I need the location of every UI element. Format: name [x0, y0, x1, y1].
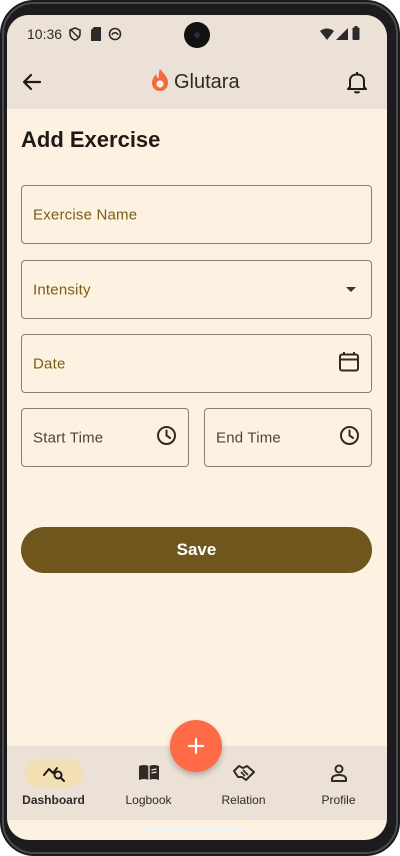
flame-logo-icon — [150, 68, 170, 97]
add-fab-button[interactable] — [170, 720, 222, 772]
bell-icon — [347, 72, 367, 94]
back-button[interactable] — [19, 69, 45, 95]
status-bar: 10:36 — [7, 15, 387, 55]
nav-icon-wrap — [120, 759, 178, 787]
dashboard-icon — [42, 767, 65, 782]
calendar-icon[interactable] — [338, 350, 360, 377]
start-time-label: Start Time — [33, 429, 104, 446]
arrow-left-icon — [22, 73, 42, 91]
clock-icon[interactable] — [339, 425, 360, 451]
battery-icon — [352, 26, 360, 45]
save-button[interactable]: Save — [21, 527, 372, 573]
nav-label-dashboard: Dashboard — [22, 793, 85, 807]
end-time-field[interactable]: End Time — [204, 408, 372, 467]
nav-label-logbook: Logbook — [125, 793, 172, 807]
handshake-icon — [232, 765, 255, 781]
nav-icon-wrap — [310, 759, 368, 787]
plus-icon — [187, 737, 205, 755]
nav-label-profile: Profile — [321, 793, 356, 807]
gesture-handle[interactable] — [145, 828, 247, 832]
phone-frame: 10:36 Glutara Add Exercise Exercise Name… — [0, 0, 400, 856]
intensity-dropdown[interactable]: Intensity — [21, 260, 372, 319]
app-bar: Glutara — [7, 55, 387, 109]
book-icon — [138, 765, 159, 780]
person-icon — [330, 764, 347, 782]
camera-cutout — [184, 22, 210, 48]
nav-icon-wrap — [215, 759, 273, 787]
app-logo: Glutara — [150, 68, 240, 97]
nav-active-indicator — [24, 759, 83, 787]
end-time-label: End Time — [216, 429, 281, 446]
nav-item-profile[interactable]: Profile — [291, 746, 386, 820]
app-title: Glutara — [174, 70, 240, 93]
start-time-field[interactable]: Start Time — [21, 408, 189, 467]
sync-icon — [108, 27, 122, 46]
screen: 10:36 Glutara Add Exercise Exercise Name… — [7, 15, 387, 840]
nav-label-relation: Relation — [221, 793, 266, 807]
exercise-name-label: Exercise Name — [33, 206, 138, 223]
dropdown-arrow-icon — [345, 281, 357, 299]
exercise-name-field[interactable]: Exercise Name — [21, 185, 372, 244]
sim-card-icon — [90, 27, 102, 46]
clock-icon[interactable] — [156, 425, 177, 451]
wifi-icon — [320, 27, 334, 45]
shield-icon — [68, 27, 82, 46]
intensity-label: Intensity — [33, 281, 91, 298]
status-time: 10:36 — [27, 26, 63, 42]
signal-icon — [336, 27, 348, 45]
notifications-button[interactable] — [343, 68, 371, 96]
date-label: Date — [33, 355, 66, 372]
nav-item-dashboard[interactable]: Dashboard — [7, 746, 101, 820]
page-title: Add Exercise — [21, 127, 161, 152]
date-field[interactable]: Date — [21, 334, 372, 393]
